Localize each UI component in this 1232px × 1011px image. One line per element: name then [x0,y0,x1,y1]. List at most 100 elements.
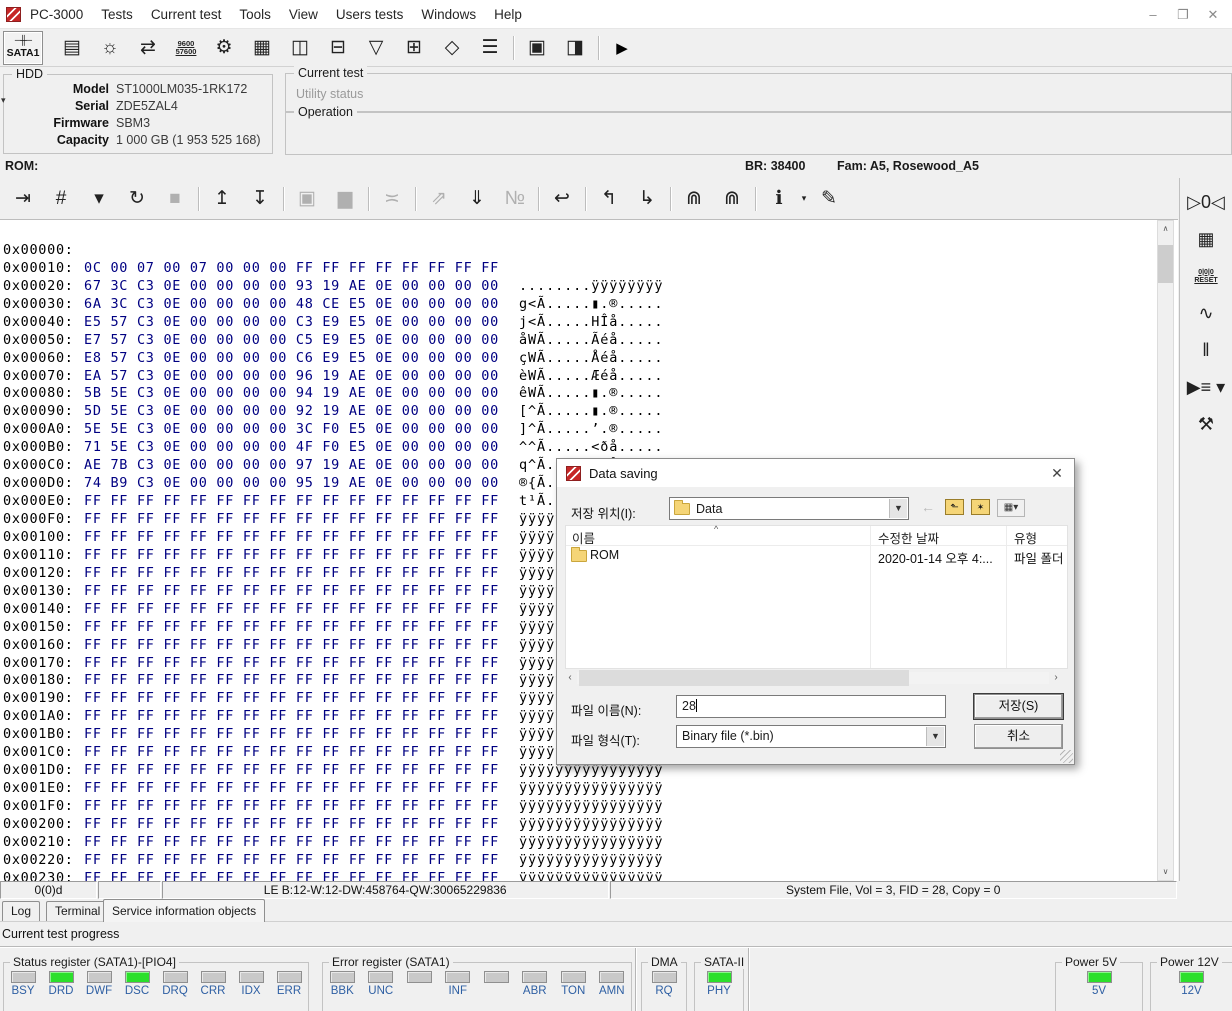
up-folder-icon[interactable]: ⬑ [945,499,964,515]
toolbar-separator [534,184,543,214]
file-name-input[interactable]: 28 [676,695,946,718]
save-to-file-icon[interactable]: ↧ [241,184,279,214]
filter-icon[interactable]: ▽ [357,32,395,64]
windows-copy-icon[interactable]: ▣ [518,32,556,64]
toolbar-separator [194,184,203,214]
scroll-up-icon[interactable]: ∧ [1158,221,1173,237]
status-cell-empty [98,881,161,899]
script-dropdown-icon[interactable]: ▾ [798,184,810,214]
menu-windows[interactable]: Windows [412,0,485,29]
column-name[interactable]: 이름 [572,528,595,547]
file-type-combobox[interactable]: Binary file (*.bin) ▼ [676,725,946,748]
menu-help[interactable]: Help [485,0,531,29]
fill-page-icon[interactable]: № [496,184,534,214]
tab-log[interactable]: Log [2,901,40,921]
write-page-icon[interactable]: ⇓ [458,184,496,214]
column-type[interactable]: 유형 [1014,528,1037,547]
scroll-thumb[interactable] [579,670,909,686]
grid-table-icon[interactable]: ⊞ [395,32,433,64]
restore-button[interactable]: ❐ [1168,4,1198,26]
hex-vertical-scrollbar[interactable]: ∧ ∨ [1157,220,1174,881]
find-next-icon[interactable]: ⋒ [713,184,751,214]
drive-passport-icon[interactable]: ▤ [53,32,91,64]
back-icon[interactable]: ↩ [543,184,581,214]
goto-address-icon[interactable]: # [42,184,80,214]
cancel-button[interactable]: 취소 [974,724,1063,749]
menu-users-tests[interactable]: Users tests [327,0,413,29]
menu-tools[interactable]: Tools [230,0,280,29]
goto-offset-icon[interactable]: ▾ [80,184,118,214]
toolbar-separator [594,32,603,64]
prev-object-icon[interactable]: ↰ [590,184,628,214]
settings-save-icon[interactable]: ⚙ [205,32,243,64]
sata1-port-button[interactable]: ─╫─ SATA1 [3,31,43,65]
tab-terminal[interactable]: Terminal [46,901,109,921]
scroll-right-icon[interactable]: › [1049,670,1063,686]
load-from-file-icon[interactable]: ↥ [203,184,241,214]
save-button[interactable]: 저장(S) [974,694,1063,719]
scroll-thumb[interactable] [1158,245,1173,283]
tab-service-information-objects[interactable]: Service information objects [103,899,265,922]
reset-counter-icon[interactable]: 0|0|0 RESET [1186,258,1226,295]
oscilloscope-icon[interactable]: ∿ [1186,295,1226,332]
adapter-card-icon[interactable]: ▦ [1186,221,1226,258]
drive-power-icon[interactable]: ▷0◁ [1186,184,1226,221]
back-arrow-icon[interactable]: ← [921,499,935,515]
paste-icon[interactable]: ▆ [326,184,364,214]
hdd-field: Firmware SBM3 [4,115,272,132]
close-button[interactable]: ✕ [1198,4,1228,26]
pause-icon[interactable]: ‖ [1186,332,1226,369]
next-object-icon[interactable]: ↳ [628,184,666,214]
goto-object-icon[interactable]: ⇥ [4,184,42,214]
copy-icon[interactable]: ▣ [288,184,326,214]
script-info-icon[interactable]: ℹ [760,184,798,214]
hex-row: 0x00220: FF FF FF FF FF FF FF FF FF FF F… [0,834,1178,852]
current-test-progress-label: Current test progress [2,927,119,941]
compare-icon[interactable]: ≍ [373,184,411,214]
menu-bar: PC-3000 Tests Current test Tools View Us… [0,0,1232,29]
minimize-button[interactable]: – [1138,4,1168,26]
collapse-arrow-icon[interactable]: ▾ [1,95,6,106]
save-in-combobox[interactable]: Data ▼ [669,497,909,520]
port-switch-icon[interactable]: ⇄ [129,32,167,64]
resize-grip[interactable] [1060,750,1073,763]
start-options-icon[interactable]: ▶≡ ▾ [1186,369,1226,406]
dialog-title-bar[interactable]: Data saving ✕ [557,459,1074,487]
menu-view[interactable]: View [280,0,327,29]
dialog-close-icon[interactable]: ✕ [1040,459,1074,487]
flowchart-icon[interactable]: ◇ [433,32,471,64]
register-led: ERR [272,971,306,997]
view-menu-icon[interactable]: ▦▾ [997,499,1025,517]
terminal-speed-icon[interactable]: 9600 57600 [167,32,205,64]
stop-icon[interactable]: ■ [156,184,194,214]
column-date[interactable]: 수정한 날짜 [878,528,939,547]
send-page-icon[interactable]: ⇗ [420,184,458,214]
menu-pc3000[interactable]: PC-3000 [21,0,92,29]
hdd-field-label: Serial [4,98,109,115]
exit-icon[interactable]: ◨ [556,32,594,64]
file-row[interactable]: ROM 2020-01-14 오후 4:... 파일 폴더 [566,546,1067,565]
chevron-down-icon[interactable]: ▼ [889,499,907,518]
lamp-test-icon[interactable]: ☼ [91,32,129,64]
reload-icon[interactable]: ↻ [118,184,156,214]
scroll-left-icon[interactable]: ‹ [563,670,577,686]
file-list-horizontal-scrollbar[interactable]: ‹ › [563,670,1063,686]
find-icon[interactable]: ⋒ [675,184,713,214]
list-icon[interactable]: ☰ [471,32,509,64]
register-led: INF [441,971,475,997]
new-folder-icon[interactable]: ✶ [971,499,990,515]
led-label: TON [561,985,585,997]
menu-tests[interactable]: Tests [92,0,142,29]
menu-current-test[interactable]: Current test [142,0,231,29]
chevron-down-icon[interactable]: ▼ [926,727,944,746]
board-icon[interactable]: ◫ [281,32,319,64]
tools-icon[interactable]: ⚒ [1186,406,1226,443]
start-test-icon[interactable]: ▶ [603,32,641,64]
chip-resources-icon[interactable]: ▦ [243,32,281,64]
register-led [402,971,436,997]
scroll-down-icon[interactable]: ∨ [1158,864,1173,880]
file-list[interactable]: 이름 ^ 수정한 날짜 유형 ROM 2020-01-14 오후 4:... 파… [565,525,1068,669]
hex-row: 0x00030: E5 57 C3 0E 00 00 00 00 C3 E9 E… [0,278,1178,296]
edit-icon[interactable]: ✎ [810,184,848,214]
database-icon[interactable]: ⊟ [319,32,357,64]
